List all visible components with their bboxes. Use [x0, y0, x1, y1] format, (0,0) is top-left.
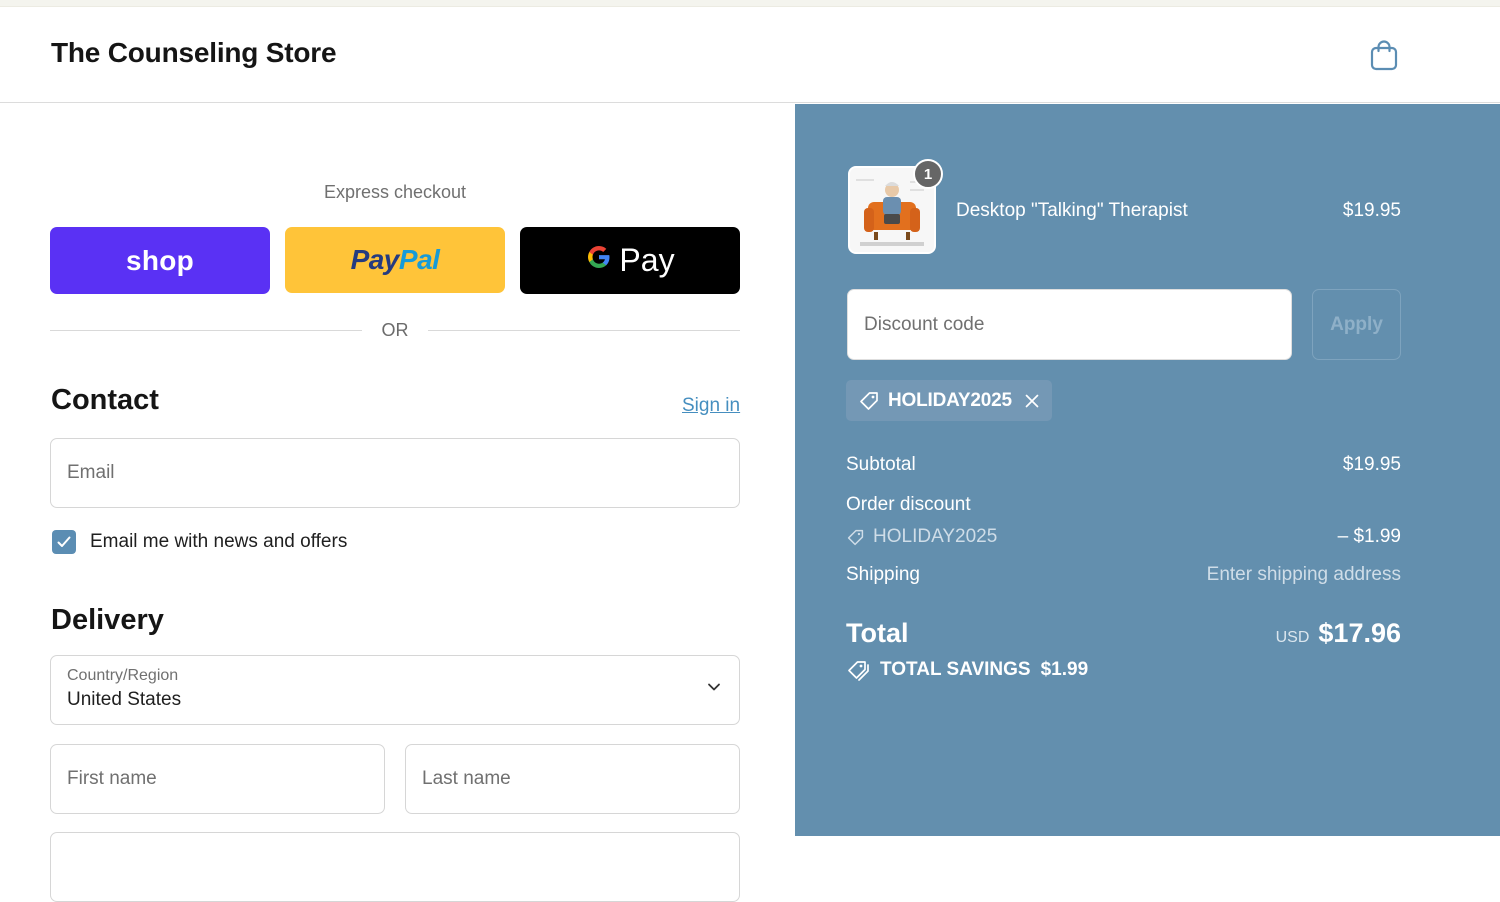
first-name-input[interactable]	[51, 745, 384, 813]
google-pay-label: Pay	[619, 242, 675, 278]
chevron-down-icon	[708, 683, 720, 691]
apply-button[interactable]: Apply	[1312, 289, 1401, 360]
order-summary: 1 Desktop "Talking" Therapist $19.95 App…	[795, 104, 1500, 836]
country-value: United States	[67, 689, 182, 710]
shipping-label: Shipping	[846, 564, 920, 585]
first-name-field[interactable]	[50, 744, 385, 814]
express-checkout-label: Express checkout	[323, 182, 467, 202]
shopping-bag-icon	[1370, 40, 1398, 71]
order-discount-value: – $1.99	[1337, 526, 1401, 547]
total-label: Total	[846, 618, 909, 648]
product-name: Desktop "Talking" Therapist	[956, 200, 1188, 221]
store-name[interactable]: The Counseling Store	[51, 37, 337, 69]
total-savings: TOTAL SAVINGS $1.99	[846, 659, 1088, 681]
currency-code: USD	[1275, 629, 1310, 646]
tag-icon	[860, 391, 878, 410]
discount-code-field[interactable]	[847, 289, 1292, 360]
savings-amount: $1.99	[1040, 659, 1089, 680]
country-label: Country/Region	[67, 667, 179, 684]
google-g-icon	[585, 242, 613, 279]
remove-discount-button[interactable]	[1024, 393, 1040, 409]
total-value: USD $17.96	[1276, 618, 1401, 649]
shipping-value: Enter shipping address	[1206, 564, 1401, 585]
paypal-button[interactable]: PayPal	[285, 227, 505, 293]
order-discount-code-row: HOLIDAY2025	[846, 526, 997, 548]
or-label: OR	[381, 320, 409, 340]
tag-icon	[847, 529, 864, 545]
discount-code-input[interactable]	[848, 290, 1291, 359]
subtotal-label: Subtotal	[846, 454, 916, 475]
paypal-logo: PayPal	[350, 244, 440, 275]
checkmark-icon	[57, 536, 71, 547]
newsletter-checkbox[interactable]	[52, 530, 76, 554]
close-icon	[1025, 394, 1039, 407]
contact-title: Contact	[51, 384, 159, 416]
country-select[interactable]: Country/Region United States	[50, 655, 740, 725]
total-amount: $17.96	[1318, 618, 1401, 648]
store-header: The Counseling Store	[0, 7, 1500, 103]
tags-icon	[848, 661, 869, 681]
last-name-field[interactable]	[405, 744, 740, 814]
top-border	[0, 0, 1500, 7]
google-pay-button[interactable]: Pay	[520, 227, 740, 294]
last-name-input[interactable]	[406, 745, 739, 813]
shop-pay-label: shop	[125, 244, 195, 276]
checkout-form: Express checkout shop PayPal Pay OR Cont…	[0, 104, 795, 902]
email-input[interactable]	[51, 439, 739, 507]
subtotal-value: $19.95	[1342, 454, 1401, 475]
applied-discount-code: HOLIDAY2025	[888, 389, 1012, 411]
savings-label: TOTAL SAVINGS	[880, 659, 1031, 680]
product-price: $19.95	[1342, 200, 1401, 221]
quantity-badge: 1	[913, 159, 943, 189]
email-field[interactable]	[50, 438, 740, 508]
newsletter-label: Email me with news and offers	[90, 531, 348, 552]
order-discount-label: Order discount	[846, 494, 971, 515]
sign-in-link[interactable]: Sign in	[682, 395, 740, 417]
delivery-title: Delivery	[51, 604, 164, 636]
order-discount-code: HOLIDAY2025	[873, 526, 998, 547]
address-field-partial[interactable]	[50, 832, 740, 902]
applied-discount-chip: HOLIDAY2025	[846, 380, 1052, 421]
or-divider: OR	[50, 318, 740, 342]
shop-pay-button[interactable]: shop	[50, 227, 270, 294]
newsletter-option[interactable]: Email me with news and offers	[52, 530, 347, 554]
cart-button[interactable]	[1366, 37, 1402, 73]
